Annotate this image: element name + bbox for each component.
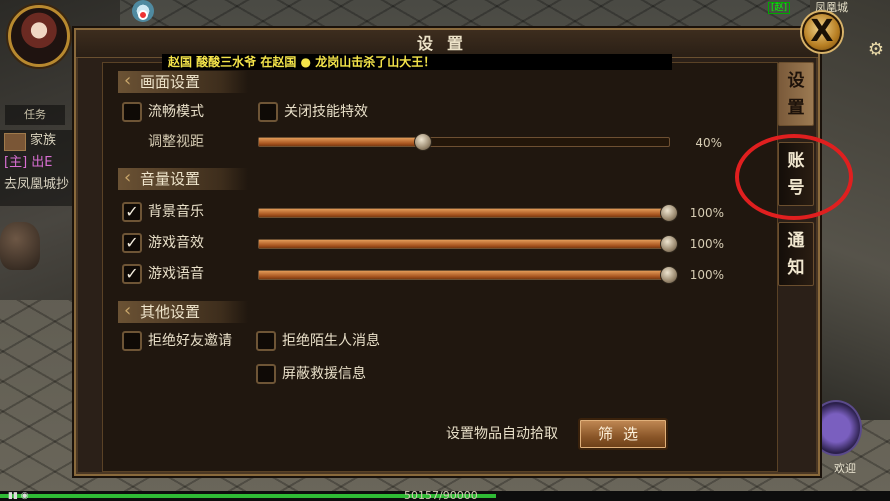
disable-skill-fx-label: 关闭技能特效	[284, 104, 368, 120]
zone-flag: [赵]	[768, 2, 790, 14]
chat-system-line: 去凤凰城抄	[4, 177, 70, 192]
game-sfx-knob[interactable]	[660, 235, 678, 253]
game-sfx-fill	[259, 240, 672, 248]
bg-music-fill	[259, 209, 672, 217]
reject-friend-option[interactable]: 拒绝好友邀请	[122, 331, 232, 351]
bg-music-percent: 100%	[689, 206, 724, 220]
clay-jar-scenery	[0, 222, 40, 270]
game-voice-label: 游戏语音	[148, 266, 204, 282]
reject-friend-checkbox[interactable]	[122, 331, 142, 351]
disable-skill-fx-checkbox[interactable]	[258, 102, 278, 122]
notification-dot-icon	[138, 10, 148, 20]
marquee-prefix: 赵国 酸酸三水爷 在赵国	[168, 55, 297, 69]
game-voice-knob[interactable]	[660, 266, 678, 284]
reject-stranger-option[interactable]: 拒绝陌生人消息	[256, 331, 380, 351]
game-sfx-slider[interactable]	[258, 235, 678, 253]
gear-icon[interactable]: ⚙	[866, 40, 886, 60]
smooth-mode-option[interactable]: 流畅模式	[122, 102, 204, 122]
bg-music-checkbox[interactable]: ✓	[122, 202, 142, 222]
highlight-annotation-circle	[735, 134, 853, 220]
tab-settings-char-2: 置	[787, 98, 805, 118]
tab-settings-char-1: 设	[787, 71, 805, 91]
smooth-mode-label: 流畅模式	[148, 104, 204, 120]
player-avatar[interactable]	[8, 5, 70, 67]
auto-pickup-label: 设置物品自动拾取	[446, 426, 558, 442]
game-voice-option[interactable]: ✓ 游戏语音	[122, 264, 204, 284]
bg-music-slider[interactable]	[258, 204, 678, 222]
tab-notice[interactable]: 通 知	[778, 222, 814, 286]
view-distance-slider[interactable]	[258, 133, 670, 151]
smooth-mode-checkbox[interactable]	[122, 102, 142, 122]
chat-panel[interactable]: 家族 [主] 出E 去凤凰城抄	[0, 130, 80, 206]
marquee-suffix: 龙岗山击杀了山大王！	[315, 55, 436, 69]
view-distance-fill	[259, 138, 423, 146]
bg-music-knob[interactable]	[660, 204, 678, 222]
broadcast-marquee: 赵国 酸酸三水爷 在赵国 ● 龙岗山击杀了山大王！	[162, 54, 672, 70]
tab-notice-char-1: 通	[787, 231, 805, 251]
game-sfx-option[interactable]: ✓ 游戏音效	[122, 233, 204, 253]
exp-text: 50157/90000	[404, 489, 478, 501]
disable-skill-fx-option[interactable]: 关闭技能特效	[258, 102, 368, 122]
view-distance-percent: 40%	[695, 136, 722, 150]
reject-friend-label: 拒绝好友邀请	[148, 333, 232, 349]
game-sfx-label: 游戏音效	[148, 235, 204, 251]
chat-main-line: [主] 出E	[4, 155, 53, 170]
game-voice-slider[interactable]	[258, 266, 678, 284]
game-sfx-checkbox[interactable]: ✓	[122, 233, 142, 253]
skill-label: 欢迎	[834, 462, 856, 475]
chat-family-label: 家族	[0, 130, 80, 152]
filter-button[interactable]: 筛选	[578, 418, 668, 450]
section-header-graphics: 画面设置	[118, 70, 248, 93]
exp-bar: ▮▮ ◉ 50157/90000	[0, 489, 890, 501]
bullet-icon: ●	[300, 55, 312, 69]
game-sfx-percent: 100%	[689, 237, 724, 251]
block-rescue-option[interactable]: 屏蔽救援信息	[256, 364, 366, 384]
tab-notice-char-2: 知	[787, 258, 805, 278]
reject-stranger-checkbox[interactable]	[256, 331, 276, 351]
game-voice-percent: 100%	[689, 268, 724, 282]
bg-music-label: 背景音乐	[148, 204, 204, 220]
task-tab[interactable]: 任务	[5, 105, 65, 125]
section-header-sound: 音量设置	[118, 167, 248, 190]
game-voice-fill	[259, 271, 672, 279]
close-button[interactable]: X	[802, 12, 842, 52]
tab-settings[interactable]: 设 置	[778, 62, 814, 126]
view-distance-label: 调整视距	[148, 134, 204, 150]
block-rescue-checkbox[interactable]	[256, 364, 276, 384]
view-distance-knob[interactable]	[414, 133, 432, 151]
reject-stranger-label: 拒绝陌生人消息	[282, 333, 380, 349]
bg-music-option[interactable]: ✓ 背景音乐	[122, 202, 204, 222]
game-voice-checkbox[interactable]: ✓	[122, 264, 142, 284]
block-rescue-label: 屏蔽救援信息	[282, 366, 366, 382]
signal-icon: ▮▮ ◉	[8, 491, 29, 501]
section-header-other: 其他设置	[118, 300, 248, 323]
